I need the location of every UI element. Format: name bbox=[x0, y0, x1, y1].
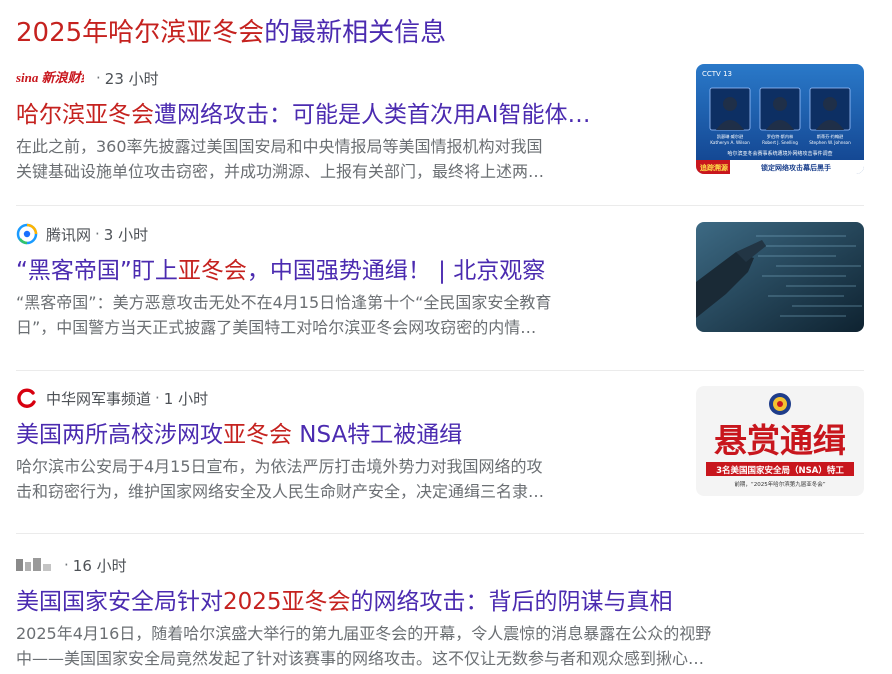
news-snippet: 在此之前，360率先披露过美国国安局和中央情报局等美国情报机构对我国 关键基础设… bbox=[16, 134, 666, 184]
title-rest: ，中国强势通缉！ | 北京观察 bbox=[246, 258, 546, 284]
news-thumbnail[interactable]: CCTV 13 凯瑟琳·威尔逊 罗伯特·斯内林 斯蒂芬·约翰逊 Katheryn… bbox=[696, 64, 864, 174]
news-title-link[interactable]: 美国国家安全局针对2025亚冬会的网络攻击：背后的阴谋与真相 bbox=[16, 585, 864, 619]
cctv-agents-image: CCTV 13 凯瑟琳·威尔逊 罗伯特·斯内林 斯蒂芬·约翰逊 Katheryn… bbox=[696, 64, 864, 174]
news-time: 23 小时 bbox=[104, 69, 159, 88]
divider bbox=[16, 370, 864, 371]
title-rest: 遭网络攻击：可能是人类首次用AI智能体… bbox=[154, 102, 591, 128]
news-source: 腾讯网 · 3 小时 bbox=[16, 222, 148, 246]
separator-dot: · bbox=[155, 389, 160, 407]
snippet-line: 日”，中国警方当天正式披露了美国特工对哈尔滨亚冬会网攻窃密的内情… bbox=[16, 318, 537, 337]
ticker-left: 追踪溯源 bbox=[700, 163, 728, 172]
news-time: 16 小时 bbox=[72, 556, 127, 575]
snippet-line: 在此之前，360率先披露过美国国安局和中央情报局等美国情报机构对我国 bbox=[16, 137, 543, 156]
snippet-line: “黑客帝国”：美方恶意攻击无处不在4月15日恰逢第十个“全民国家安全教育 bbox=[16, 293, 552, 312]
news-source: 中华网军事频道 · 1 小时 bbox=[16, 386, 208, 410]
title-rest: 的网络攻击：背后的阴谋与真相 bbox=[350, 589, 673, 615]
tencent-news-logo bbox=[16, 223, 38, 245]
news-item[interactable]: · 16 小时 美国国家安全局针对2025亚冬会的网络攻击：背后的阴谋与真相 2… bbox=[16, 553, 864, 673]
snippet-line: 中——美国国家安全局竟然发起了针对该赛事的网络攻击。这不仅让无数参与者和观众感到… bbox=[16, 649, 705, 668]
news-source: · 16 小时 bbox=[16, 553, 127, 577]
agent-name-en: Stephen W. Johnson bbox=[809, 140, 851, 145]
news-title-link[interactable]: 哈尔滨亚冬会遭网络攻击：可能是人类首次用AI智能体… bbox=[16, 98, 676, 132]
news-time: 1 小时 bbox=[163, 389, 209, 408]
snippet-line: 哈尔滨市公安局于4月15日宣布，为依法严厉打击境外势力对我国网络的攻 bbox=[16, 457, 543, 476]
news-item[interactable]: 腾讯网 · 3 小时 “黑客帝国”盯上亚冬会，中国强势通缉！ | 北京观察 “黑… bbox=[16, 222, 864, 352]
separator-dot: · bbox=[64, 556, 69, 574]
agent-name: 罗伯特·斯内林 bbox=[767, 133, 794, 140]
agent-name: 凯瑟琳·威尔逊 bbox=[717, 133, 744, 140]
china-com-logo bbox=[16, 387, 38, 409]
hacker-hand-image bbox=[696, 222, 864, 332]
source-logo bbox=[16, 556, 52, 574]
divider bbox=[16, 533, 864, 534]
heading-highlight: 2025年哈尔滨亚冬会 bbox=[16, 18, 265, 48]
snippet-line: 击和窃密行为，维护国家网络安全及人民生命财产安全，决定通缉三名隶… bbox=[16, 482, 545, 501]
heading-rest: 的最新相关信息 bbox=[264, 18, 447, 48]
news-snippet: 哈尔滨市公安局于4月15日宣布，为依法严厉打击境外势力对我国网络的攻 击和窃密行… bbox=[16, 454, 666, 504]
title-rest: NSA特工被通缉 bbox=[292, 422, 463, 448]
channel-badge: CCTV 13 bbox=[702, 70, 732, 78]
news-item[interactable]: sina 新浪财经 · 23 小时 哈尔滨亚冬会遭网络攻击：可能是人类首次用AI… bbox=[16, 64, 864, 186]
wanted-poster-image: 悬赏通缉 3名美国国家安全局（NSA）特工 前期，“2025年哈尔滨第九届亚冬会… bbox=[696, 386, 864, 496]
poster-footnote: 前期，“2025年哈尔滨第九届亚冬会” bbox=[734, 480, 825, 488]
news-snippet: 2025年4月16日，随着哈尔滨盛大举行的第九届亚冬会的开幕，令人震惊的消息暴露… bbox=[16, 621, 864, 671]
news-title-link[interactable]: 美国两所高校涉网攻亚冬会 NSA特工被通缉 bbox=[16, 418, 676, 452]
news-source: sina 新浪财经 · 23 小时 bbox=[16, 66, 159, 90]
title-highlight: 亚冬会 bbox=[177, 258, 247, 284]
title-highlight: 2025亚冬会 bbox=[223, 589, 351, 615]
news-thumbnail[interactable] bbox=[696, 222, 864, 332]
snippet-line: 2025年4月16日，随着哈尔滨盛大举行的第九届亚冬会的开幕，令人震惊的消息暴露… bbox=[16, 624, 712, 643]
poster-subline: 3名美国国家安全局（NSA）特工 bbox=[716, 465, 844, 476]
section-heading[interactable]: 2025年哈尔滨亚冬会的最新相关信息 bbox=[16, 14, 446, 52]
title-highlight: 哈尔滨亚冬会 bbox=[16, 102, 154, 128]
news-thumbnail[interactable]: 悬赏通缉 3名美国国家安全局（NSA）特工 前期，“2025年哈尔滨第九届亚冬会… bbox=[696, 386, 864, 496]
agent-name-en: Katheryn A. Wilson bbox=[710, 140, 750, 145]
sina-logo-text: sina 新浪财经 bbox=[16, 70, 84, 85]
news-snippet: “黑客帝国”：美方恶意攻击无处不在4月15日恰逢第十个“全民国家安全教育 日”，… bbox=[16, 290, 666, 340]
search-results-page: 2025年哈尔滨亚冬会的最新相关信息 sina 新浪财经 · 23 小时 哈尔滨… bbox=[0, 0, 892, 674]
title-highlight: 亚冬会 bbox=[223, 422, 292, 448]
agent-name-en: Robert J. Snelling bbox=[762, 140, 798, 145]
separator-dot: · bbox=[96, 69, 101, 87]
ticker-right: 锁定网络攻击幕后黑手 bbox=[760, 163, 831, 172]
poster-headline: 悬赏通缉 bbox=[714, 421, 846, 460]
news-title-link[interactable]: “黑客帝国”盯上亚冬会，中国强势通缉！ | 北京观察 bbox=[16, 254, 676, 288]
source-name: 中华网军事频道 bbox=[46, 389, 152, 408]
separator-dot: · bbox=[95, 225, 100, 243]
divider bbox=[16, 205, 864, 206]
snippet-line: 关键基础设施单位攻击窃密，并成功溯源、上报有关部门，最终将上述两… bbox=[16, 162, 545, 181]
sina-finance-logo: sina 新浪财经 bbox=[16, 70, 84, 86]
agent-name: 斯蒂芬·约翰逊 bbox=[817, 133, 844, 140]
title-pre: 美国国家安全局针对 bbox=[16, 589, 223, 615]
title-pre: “黑客帝国”盯上 bbox=[16, 258, 178, 284]
news-time: 3 小时 bbox=[103, 225, 149, 244]
news-item[interactable]: 中华网军事频道 · 1 小时 美国两所高校涉网攻亚冬会 NSA特工被通缉 哈尔滨… bbox=[16, 386, 864, 516]
image-caption: 哈尔滨亚冬会赛事系统遭境外网络攻击事件调查 bbox=[727, 150, 832, 157]
source-name: 腾讯网 bbox=[46, 225, 92, 244]
title-pre: 美国两所高校涉网攻 bbox=[16, 422, 223, 448]
